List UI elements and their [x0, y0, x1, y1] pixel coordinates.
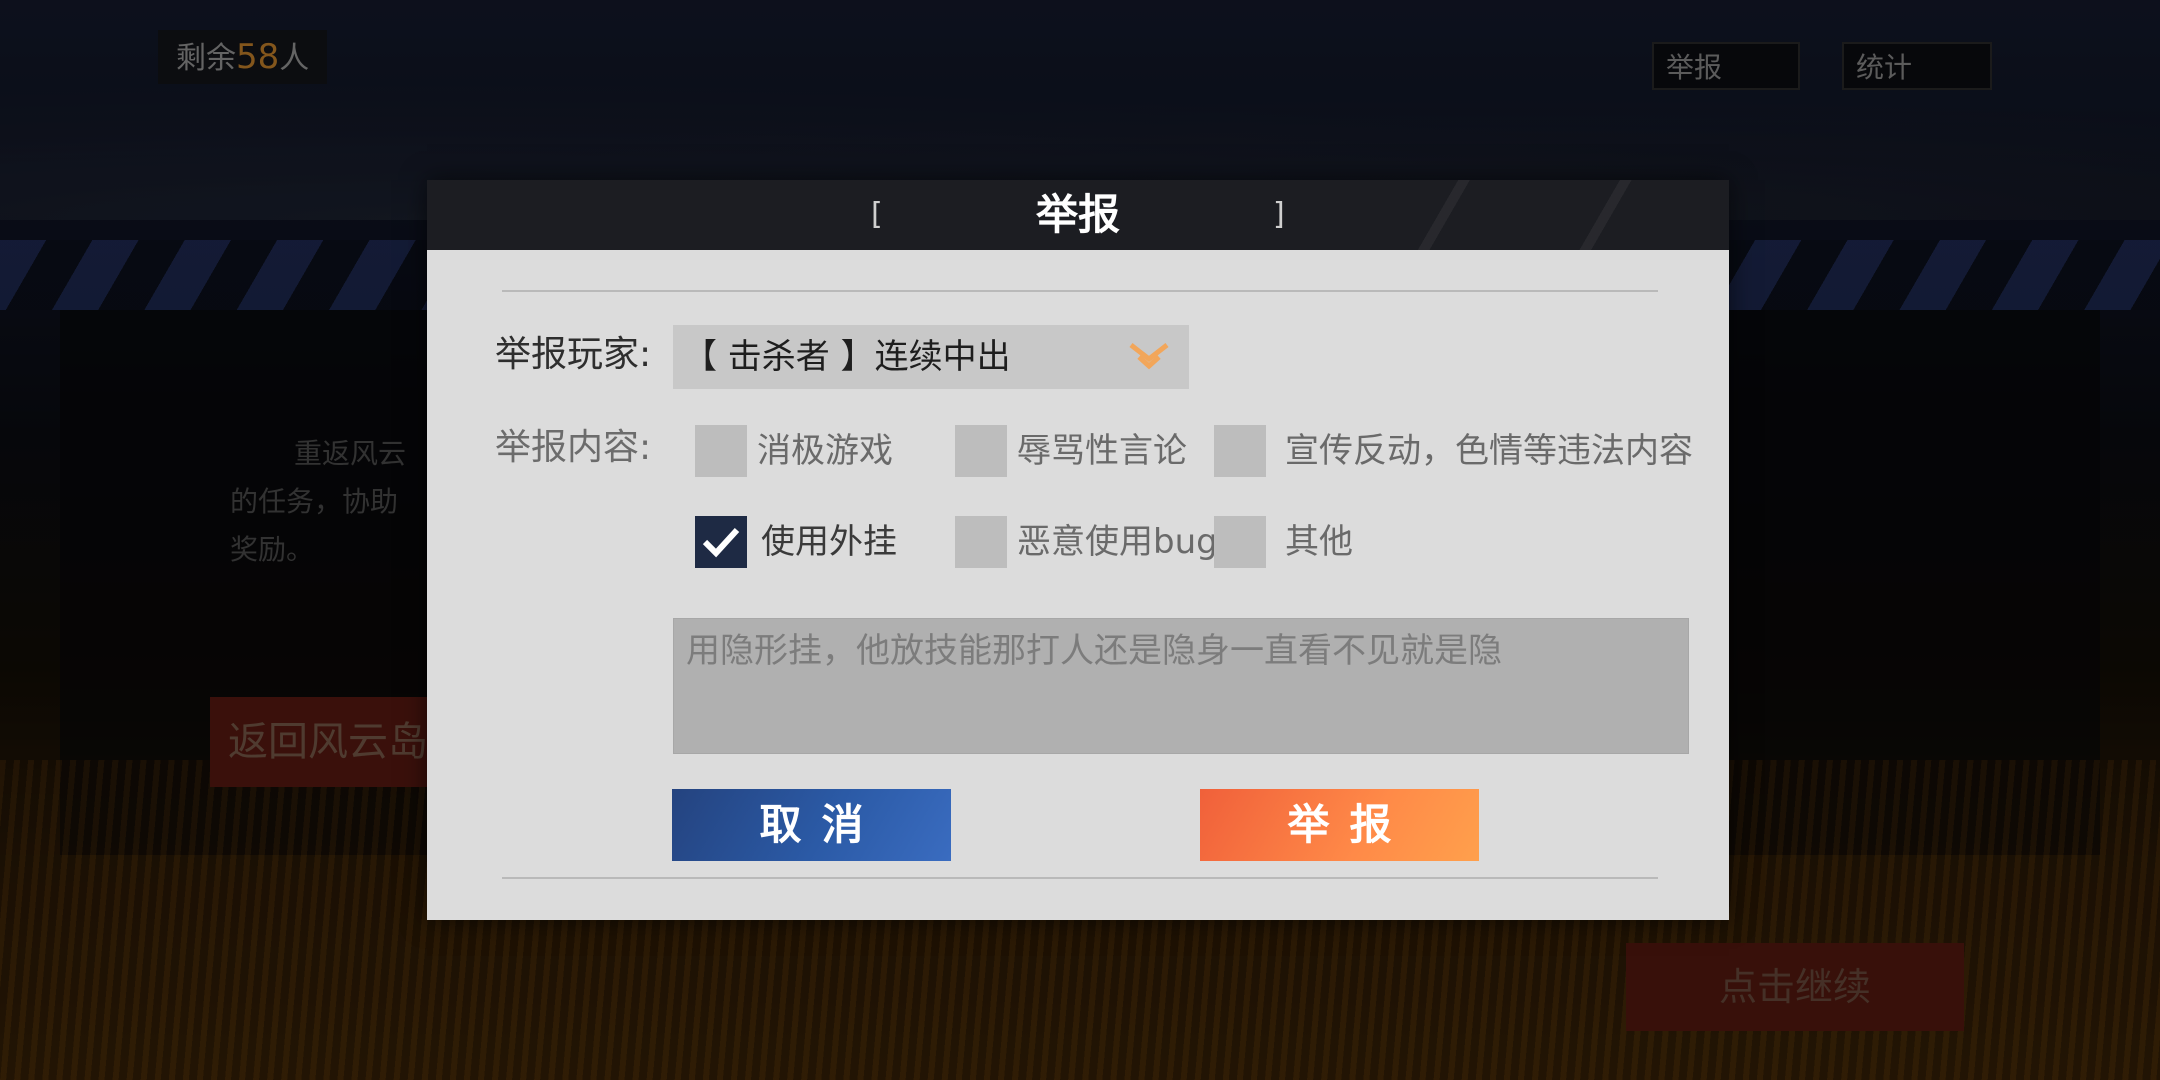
dialog-title: 举报: [1035, 190, 1120, 239]
checkbox-bug-abuse[interactable]: [955, 516, 1007, 568]
option-bug-abuse-label: 恶意使用bug: [1017, 522, 1218, 562]
checkbox-cheating[interactable]: [695, 516, 747, 568]
checkbox-negative-play[interactable]: [695, 425, 747, 477]
option-abusive-language-label: 辱骂性言论: [1017, 431, 1187, 471]
checkmark-icon: [702, 527, 740, 558]
checkbox-other[interactable]: [1214, 516, 1266, 568]
report-description-input[interactable]: 用隐形挂，他放技能那打人还是隐身一直看不见就是隐: [673, 618, 1689, 754]
player-select-value: 【 击杀者 】连续中出: [683, 337, 1011, 377]
player-select[interactable]: 【 击杀者 】连续中出: [673, 325, 1189, 389]
chevron-down-icon: [1129, 343, 1169, 370]
option-other-label: 其他: [1285, 522, 1353, 562]
option-illegal-content-label: 宣传反动，色情等违法内容: [1285, 431, 1693, 471]
submit-report-button[interactable]: 举报: [1200, 789, 1479, 861]
report-player-label: 举报玩家:: [495, 334, 652, 375]
checkbox-illegal-content[interactable]: [1214, 425, 1266, 477]
title-bracket-right: ]: [1273, 197, 1285, 232]
cancel-button-label: 取消: [759, 800, 884, 849]
report-content-label: 举报内容:: [495, 427, 652, 468]
checkbox-abusive-language[interactable]: [955, 425, 1007, 477]
submit-report-label: 举报: [1287, 800, 1412, 849]
dialog-header: [ 举报 ]: [427, 180, 1729, 250]
option-cheating-label: 使用外挂: [761, 522, 897, 562]
divider-bottom: [502, 877, 1658, 879]
option-negative-play-label: 消极游戏: [757, 431, 893, 471]
report-dialog: [ 举报 ] 举报玩家: 【 击杀者 】连续中出 举报内容: 消极游戏 辱骂性言…: [427, 180, 1729, 920]
cancel-button[interactable]: 取消: [672, 789, 951, 861]
divider-top: [502, 290, 1658, 292]
